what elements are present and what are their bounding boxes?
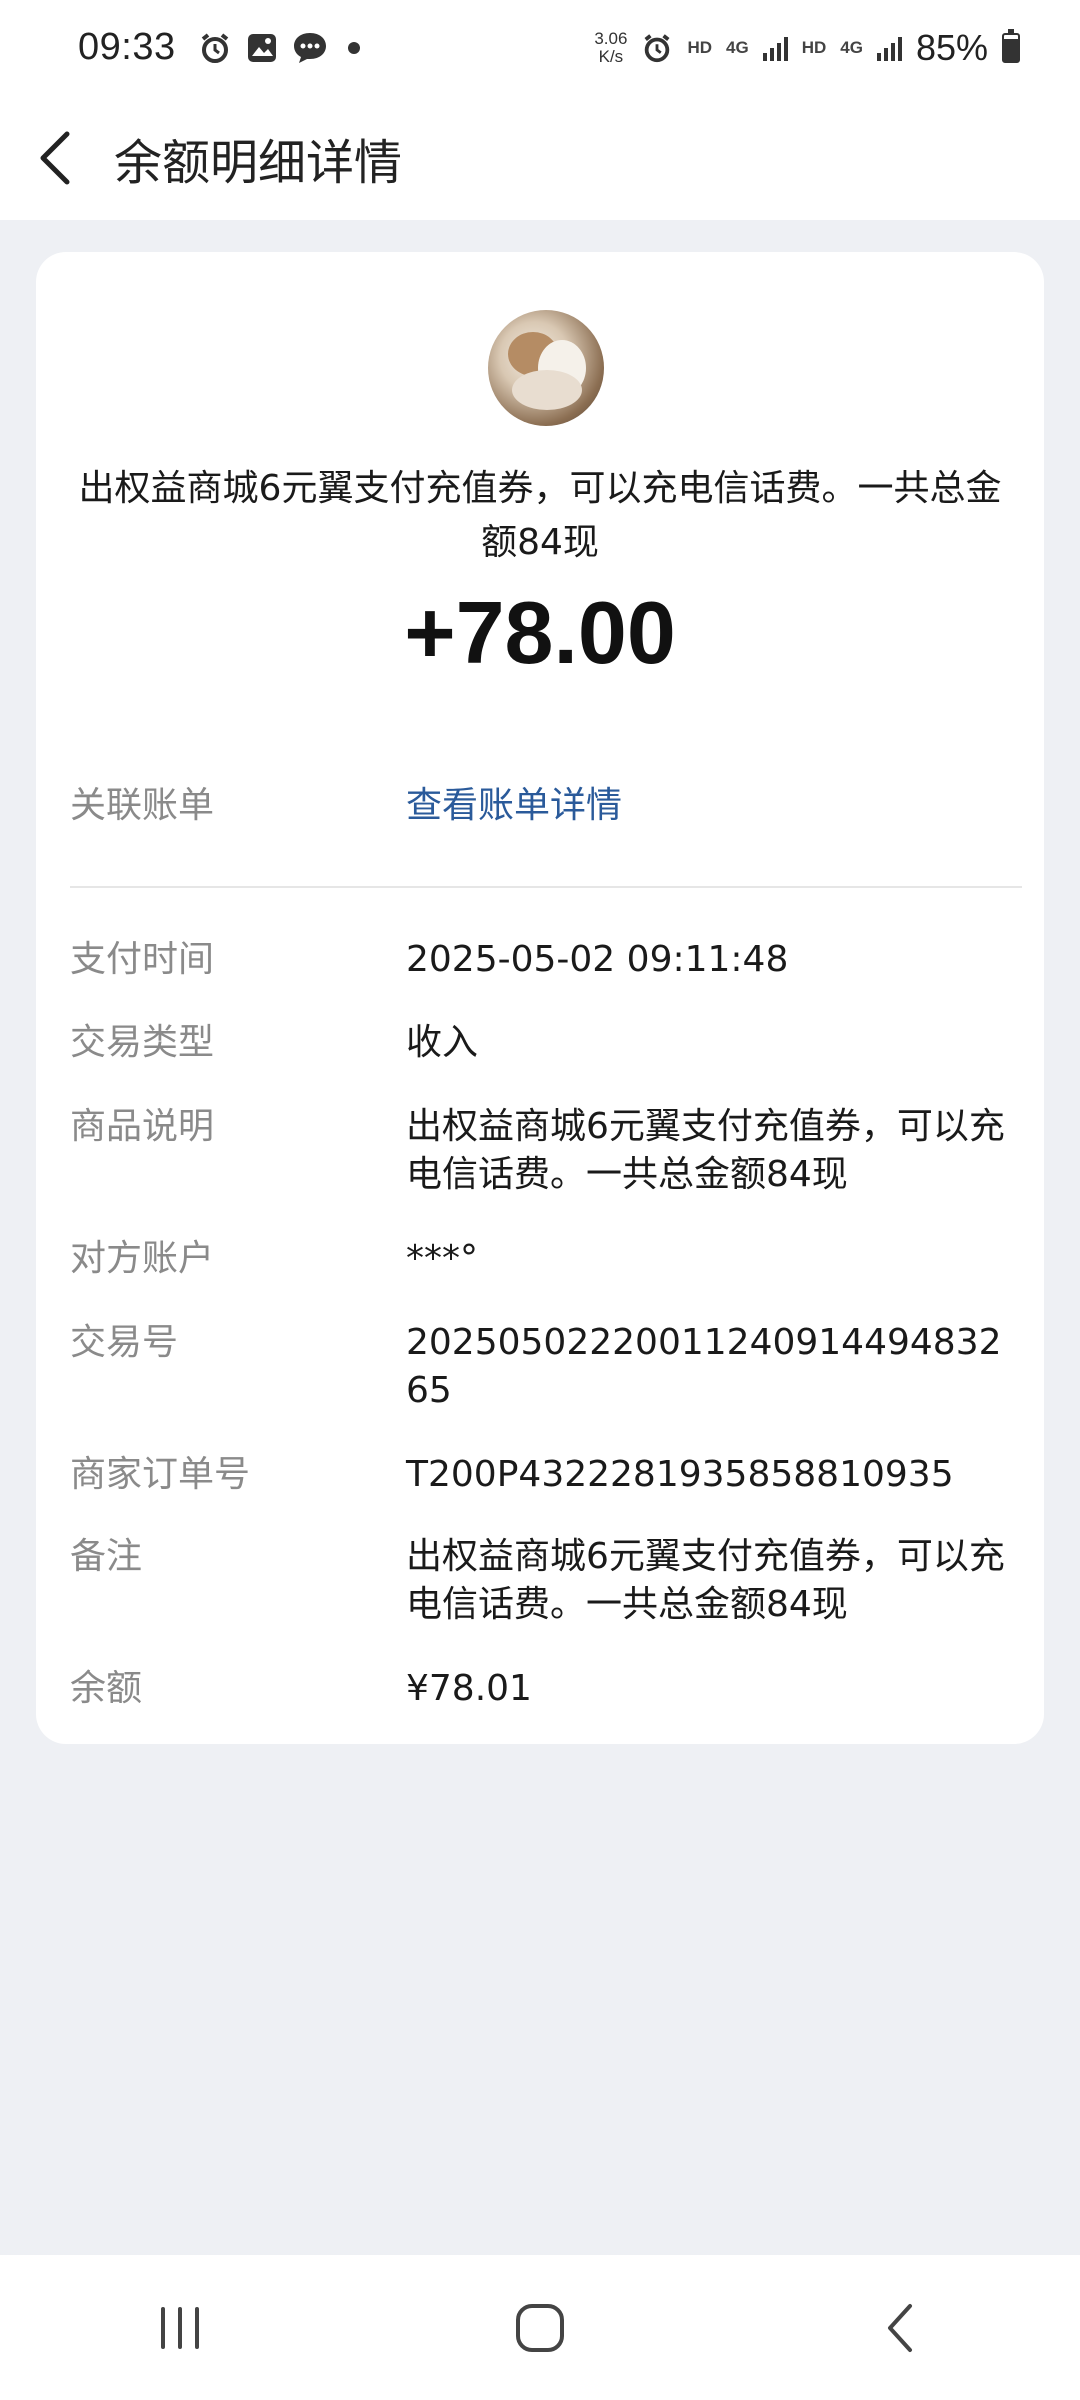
home-icon (516, 2303, 564, 2352)
back-button[interactable] (0, 103, 110, 213)
battery-icon (1002, 28, 1020, 63)
detail-value: 出权益商城6元翼支付充值券，可以充电信话费。一共总金额84现 (406, 1536, 1005, 1625)
status-notification-icons (198, 31, 366, 65)
related-bill-label: 关联账单 (70, 785, 215, 826)
system-nav-bar (0, 2255, 1080, 2400)
top-app-bar: 余额明细详情 (0, 95, 1080, 220)
detail-label: 商品说明 (70, 1106, 215, 1147)
detail-value: 出权益商城6元翼支付充值券，可以充电信话费。一共总金额84现 (406, 1106, 1005, 1195)
hd-label-2: HD (801, 37, 827, 57)
page-title: 余额明细详情 (114, 134, 403, 191)
detail-label: 交易号 (70, 1322, 179, 1363)
hd-label: HD (687, 37, 712, 57)
detail-label: 对方账户 (70, 1238, 215, 1279)
chevron-left-icon (40, 131, 70, 184)
message-icon (293, 32, 326, 63)
detail-value: 20250502220011240914494832 65 (406, 1322, 1002, 1411)
net-speed-unit: K/s (598, 46, 624, 66)
net-speed-value: 3.06 (594, 28, 628, 48)
gallery-icon (247, 33, 276, 62)
status-time: 09:33 (78, 26, 176, 68)
net-speed: 3.06 K/s (594, 28, 628, 66)
alarm-status-icon (644, 33, 670, 62)
status-bar: 09:33 3.06 K/s HD 4G HD 4G 85% (0, 0, 1080, 95)
detail-value: 收入 (406, 1022, 479, 1063)
battery-percent: 85% (915, 26, 988, 68)
recent-apps-button[interactable] (100, 2268, 260, 2388)
status-right: 3.06 K/s HD 4G HD 4G 85% (594, 27, 1020, 69)
alarm-icon (201, 32, 228, 63)
detail-value: 2025-05-02 09:11:48 (406, 939, 789, 980)
network-type-label: 4G (726, 37, 749, 57)
transaction-amount: +78.00 (404, 583, 676, 682)
transaction-description: 出权益商城6元翼支付充值券，可以充电信话费。一共总金额84现 (78, 468, 1002, 563)
signal-icon (762, 35, 788, 61)
detail-label: 交易类型 (70, 1022, 215, 1063)
detail-value: ***° (406, 1238, 478, 1279)
detail-label: 余额 (70, 1668, 143, 1709)
network-type-label-2: 4G (840, 37, 863, 57)
divider (70, 886, 1022, 888)
nav-back-icon (888, 2303, 912, 2352)
dot-icon (347, 41, 360, 54)
detail-label: 备注 (70, 1536, 143, 1577)
signal-icon-2 (876, 35, 902, 61)
detail-value: ¥78.01 (406, 1668, 532, 1709)
page: 09:33 3.06 K/s HD 4G HD 4G 85% 余额明细详情 出权… (0, 0, 1080, 2400)
detail-card: 出权益商城6元翼支付充值券，可以充电信话费。一共总金额84现 +78.00 关联… (36, 252, 1044, 1744)
detail-value: T200P4322281935858810935 (406, 1454, 954, 1495)
detail-label: 支付时间 (70, 939, 215, 980)
detail-label: 商家订单号 (70, 1454, 251, 1495)
recent-apps-icon (161, 2306, 199, 2349)
home-button[interactable] (460, 2268, 620, 2388)
nav-back-button[interactable] (820, 2268, 980, 2388)
avatar (488, 310, 604, 426)
view-bill-link[interactable]: 查看账单详情 (406, 782, 1010, 830)
